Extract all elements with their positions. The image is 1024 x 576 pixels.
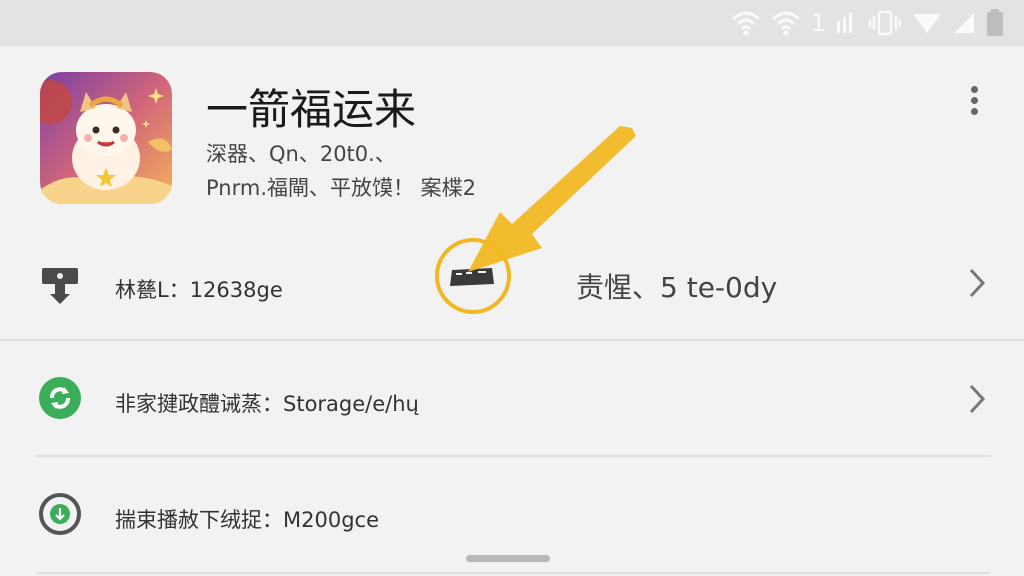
more-dot-icon — [970, 108, 978, 115]
list-item-download-info[interactable]: 林甆L：12638ge 责惺、5 te-0dy — [0, 246, 1024, 338]
app-subtitle-line2: Pnrm.福閘、平放馍！ 案楪2 — [206, 176, 477, 200]
list-item-storage[interactable]: 非家揵政醴诫蒸：Storage/e/hų — [0, 356, 1024, 452]
divider — [0, 339, 1024, 341]
cell-signal-icon — [954, 13, 974, 33]
vibrate-icon — [868, 10, 902, 36]
app-detail-page: 一箭福运来 深器、Qn、20t0.、 Pnrm.福閘、平放馍！ 案楪2 林甆L：… — [0, 46, 1024, 576]
divider — [36, 572, 990, 574]
wifi-icon — [771, 11, 800, 36]
divider — [36, 455, 990, 457]
battery-icon — [987, 9, 1003, 36]
more-dot-icon — [970, 97, 978, 104]
list-item-install[interactable]: 揣束播赦下绒捉：M200gce — [0, 470, 1024, 560]
status-bar: 1 — [0, 0, 1024, 46]
status-icons: 1 — [731, 6, 1004, 40]
signal-text: 1 — [810, 9, 826, 37]
app-subtitle-line1: 深器、Qn、20t0.、 — [206, 142, 396, 166]
home-indicator[interactable] — [466, 555, 550, 562]
row-label: 揣束播赦下绒捉：M200gce — [115, 508, 379, 532]
row-label: 林甆L：12638ge — [115, 278, 283, 302]
row-label: 非家揵政醴诫蒸：Storage/e/hų — [115, 392, 419, 416]
download-device-icon — [42, 268, 78, 304]
chevron-right-icon — [969, 268, 986, 298]
signal-icon — [837, 13, 852, 33]
more-dot-icon — [970, 86, 978, 93]
row-value: 责惺、5 te-0dy — [576, 271, 778, 304]
cell-signal-icon — [913, 14, 941, 33]
recycle-icon — [39, 377, 81, 419]
wifi-icon — [731, 11, 760, 36]
more-options-button[interactable] — [962, 82, 986, 122]
install-circle-icon — [39, 493, 81, 535]
app-title: 一箭福运来 — [206, 85, 417, 134]
chevron-right-icon — [969, 384, 986, 414]
mascot-app-icon — [40, 72, 172, 204]
